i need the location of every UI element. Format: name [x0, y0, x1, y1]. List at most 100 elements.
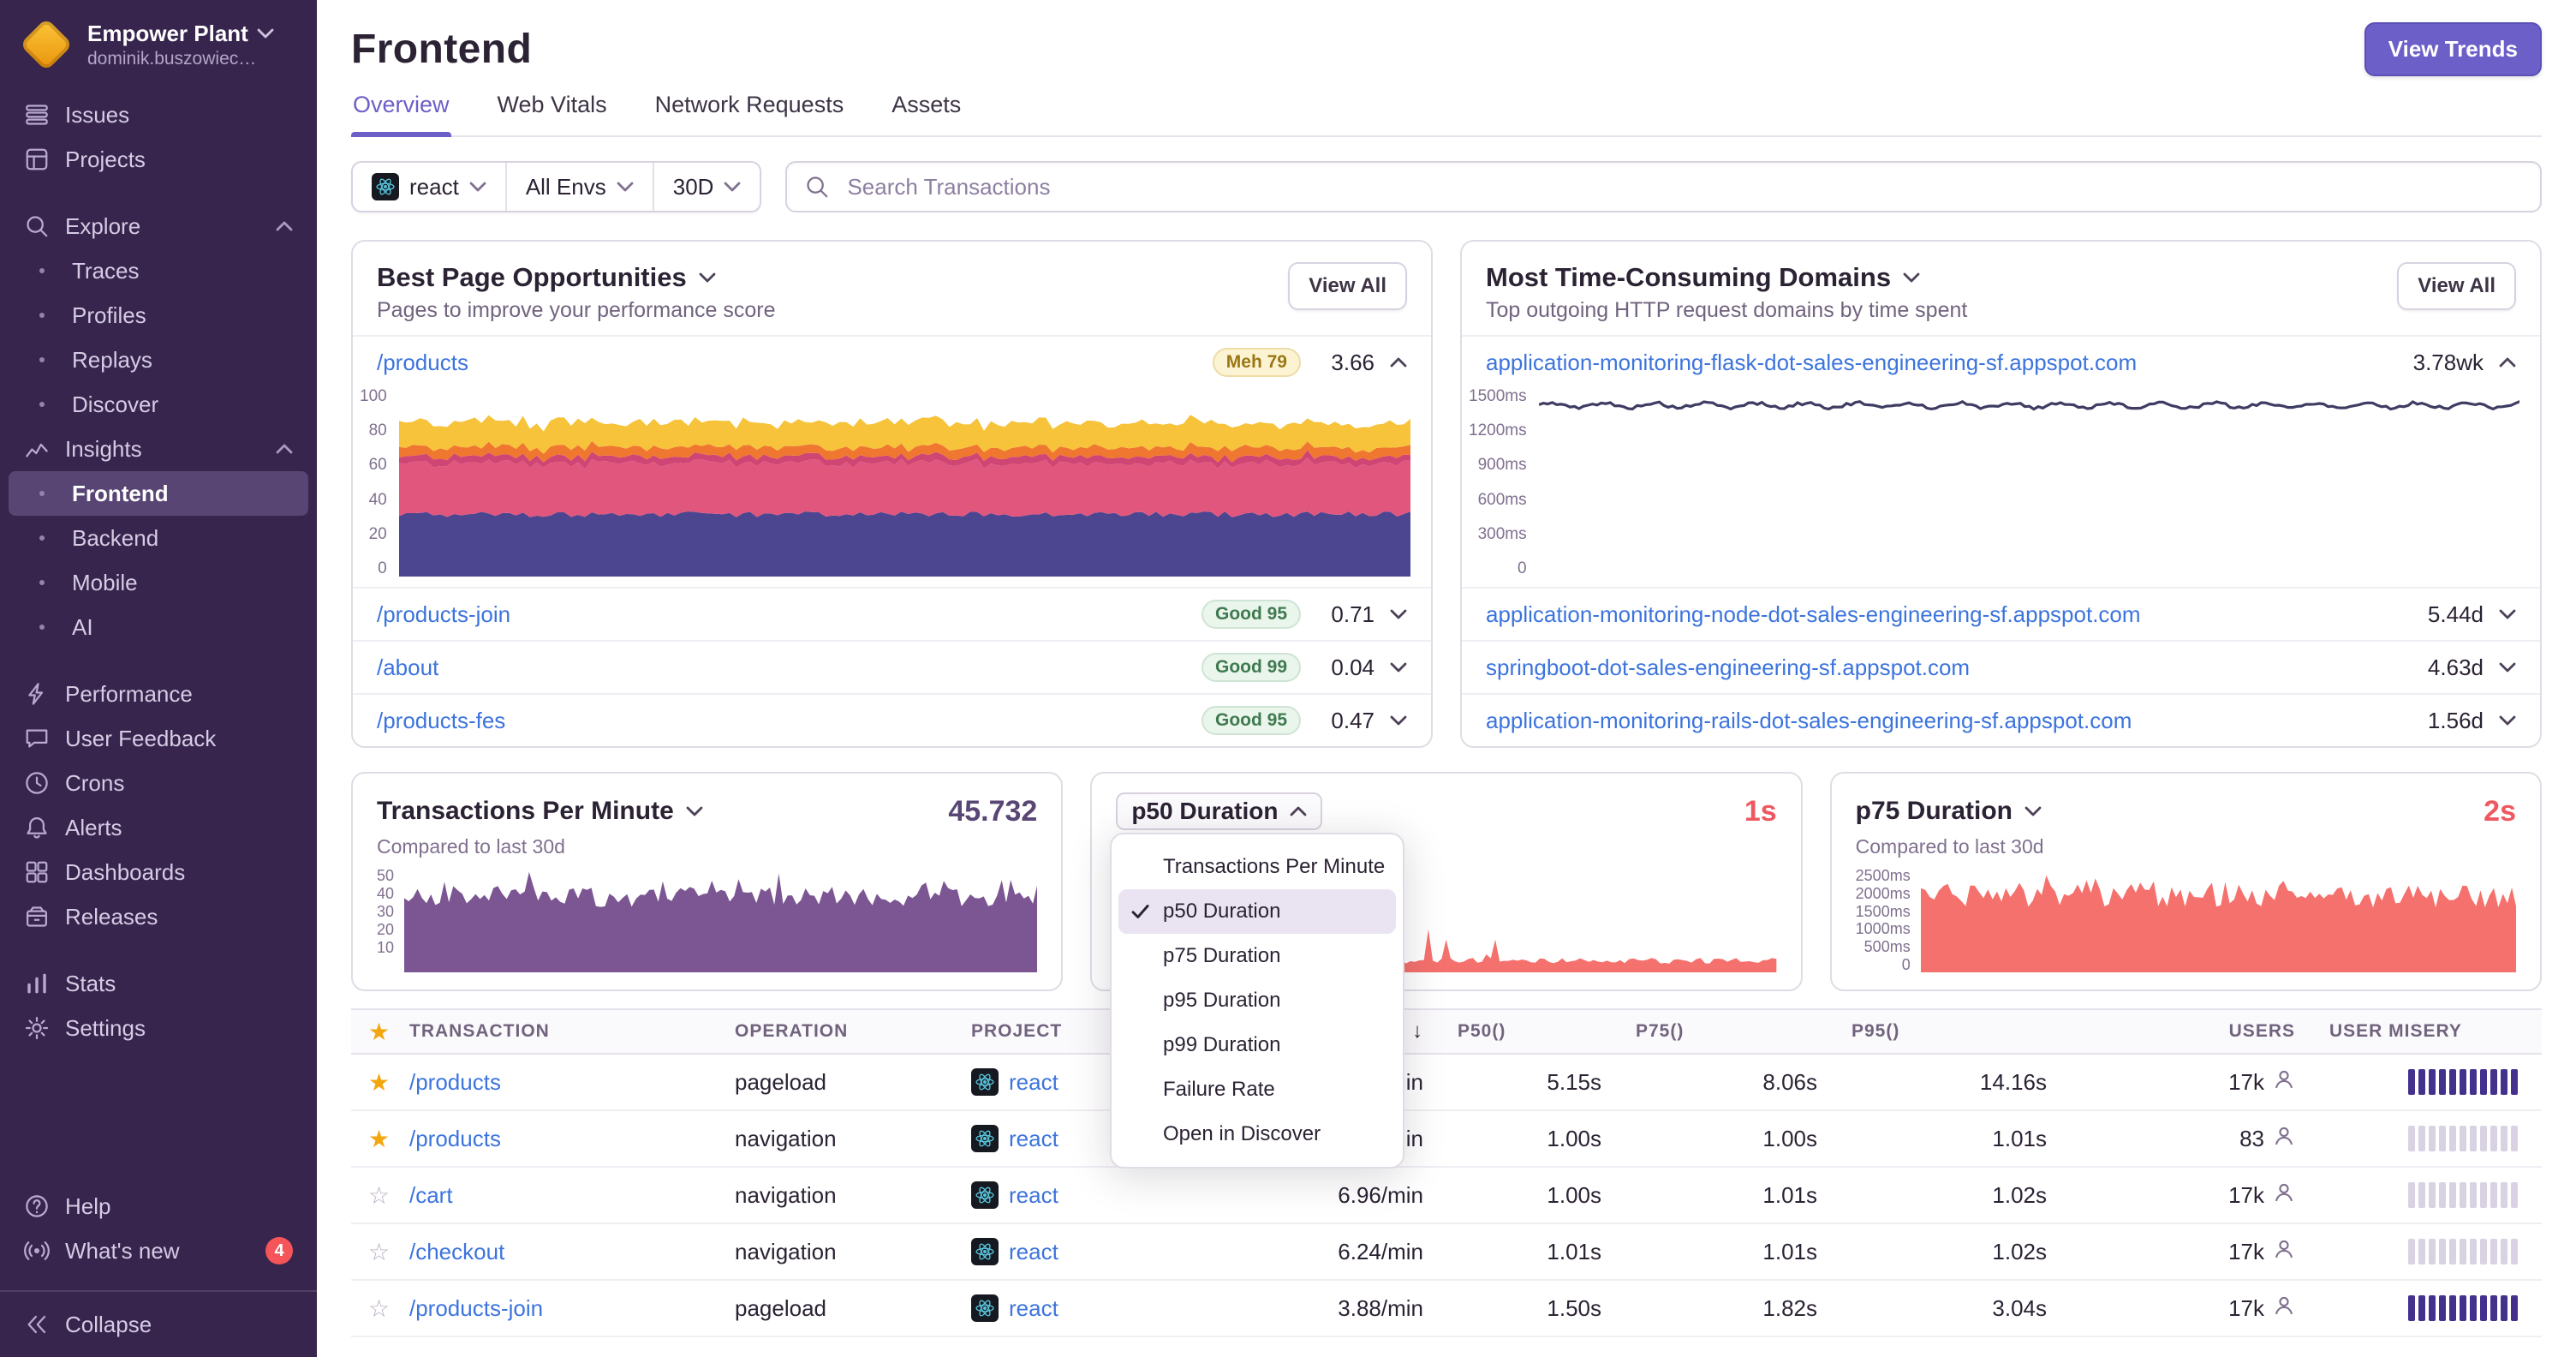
sidebar-item-insights[interactable]: Insights: [9, 427, 308, 471]
sidebar-item-issues[interactable]: Issues: [9, 93, 308, 137]
chevron-up-icon[interactable]: [2499, 357, 2516, 368]
sidebar-item-help[interactable]: Help: [9, 1184, 308, 1228]
users-cell: 17k: [2064, 1223, 2312, 1281]
sidebar-item-projects[interactable]: Projects: [9, 137, 308, 182]
panel-row: Best Page Opportunities Pages to improve…: [351, 240, 2542, 748]
chevron-up-icon: [276, 444, 293, 454]
page-title: Frontend: [351, 27, 533, 72]
chevron-up-icon[interactable]: [1390, 357, 1407, 368]
project-link[interactable]: react: [1009, 1295, 1058, 1322]
org-switcher[interactable]: Empower Plant dominik.buszowiec…: [0, 0, 317, 86]
column-header-user-misery[interactable]: USER MISERY: [2312, 1008, 2542, 1055]
sidebar-item-settings[interactable]: Settings: [9, 1006, 308, 1050]
page-link[interactable]: /products-join: [377, 601, 510, 628]
column-header-transaction[interactable]: TRANSACTION: [392, 1008, 718, 1055]
column-header-users[interactable]: USERS: [2064, 1008, 2312, 1055]
transaction-link[interactable]: /products: [409, 1069, 501, 1095]
sidebar-item-alerts[interactable]: Alerts: [9, 805, 308, 850]
org-text: Empower Plant dominik.buszowiec…: [87, 21, 274, 69]
view-all-button[interactable]: View All: [2397, 262, 2516, 310]
domain-link[interactable]: application-monitoring-flask-dot-sales-e…: [1486, 350, 2137, 376]
sidebar-item-dashboards[interactable]: Dashboards: [9, 850, 308, 894]
axis-tick: 40: [368, 490, 387, 509]
chevron-down-icon[interactable]: [1903, 272, 1920, 283]
project-link[interactable]: react: [1009, 1239, 1058, 1265]
sidebar-item-whats-new[interactable]: What's new 4: [9, 1228, 308, 1273]
favorite-star-icon[interactable]: ★: [368, 1126, 390, 1152]
table-row: ★/products pageload react in 5.15s 8.06s 14.16…: [351, 1054, 2542, 1111]
react-icon: [971, 1238, 999, 1265]
metric-selector-open[interactable]: p50 Duration: [1116, 792, 1323, 830]
transaction-link[interactable]: /checkout: [409, 1239, 504, 1264]
page-link[interactable]: /about: [377, 655, 438, 681]
axis-tick: 1000ms: [1855, 920, 1911, 938]
column-header-operation[interactable]: OPERATION: [718, 1008, 954, 1055]
sidebar-item-releases[interactable]: Releases: [9, 894, 308, 939]
favorite-star-icon[interactable]: ★: [368, 1069, 390, 1096]
domain-link[interactable]: springboot-dot-sales-engineering-sf.apps…: [1486, 655, 1970, 681]
sidebar-item-traces[interactable]: Traces: [9, 248, 308, 293]
row-right-group: 4.63d: [2425, 655, 2516, 681]
project-link[interactable]: react: [1009, 1182, 1058, 1209]
project-link[interactable]: react: [1009, 1126, 1058, 1152]
project-link[interactable]: react: [1009, 1069, 1058, 1096]
favorite-star-icon[interactable]: ☆: [368, 1295, 390, 1322]
environment-filter[interactable]: All Envs: [504, 163, 653, 211]
chevron-down-icon[interactable]: [1390, 662, 1407, 673]
chevron-down-icon[interactable]: [2499, 662, 2516, 673]
sidebar-item-stats[interactable]: Stats: [9, 961, 308, 1006]
column-header-p75[interactable]: P75(): [1619, 1008, 1834, 1055]
sidebar-item-user-feedback[interactable]: User Feedback: [9, 716, 308, 761]
search-input[interactable]: [844, 171, 2523, 202]
menu-item-failure-rate[interactable]: Failure Rate: [1118, 1067, 1396, 1112]
metric-selector[interactable]: Transactions Per Minute: [377, 797, 703, 826]
page-link[interactable]: /products-fes: [377, 708, 505, 734]
metric-selector[interactable]: p75 Duration: [1856, 797, 2042, 826]
chevron-down-icon[interactable]: [1390, 715, 1407, 726]
menu-item-transactions-per-minute[interactable]: Transactions Per Minute: [1118, 845, 1396, 889]
metric-subtitle: Compared to last 30d: [377, 835, 565, 858]
sidebar-item-replays[interactable]: Replays: [9, 338, 308, 382]
chevron-down-icon[interactable]: [2499, 609, 2516, 619]
chevron-down-icon[interactable]: [699, 272, 716, 283]
sidebar-item-discover[interactable]: Discover: [9, 382, 308, 427]
view-trends-button[interactable]: View Trends: [2364, 22, 2542, 76]
transaction-link[interactable]: /cart: [409, 1182, 453, 1208]
column-header-p95[interactable]: P95(): [1834, 1008, 2064, 1055]
date-range-filter[interactable]: 30D: [652, 163, 760, 211]
search-transactions[interactable]: [785, 161, 2542, 212]
menu-item-p95-duration[interactable]: p95 Duration: [1118, 978, 1396, 1023]
sort-descending-icon[interactable]: ↓: [1412, 1019, 1423, 1043]
page-link[interactable]: /products: [377, 350, 468, 376]
menu-item-p75-duration[interactable]: p75 Duration: [1118, 934, 1396, 978]
menu-item-open-in-discover[interactable]: Open in Discover: [1118, 1112, 1396, 1157]
transaction-link[interactable]: /products: [409, 1126, 501, 1151]
transaction-link[interactable]: /products-join: [409, 1295, 543, 1321]
sidebar-item-mobile[interactable]: Mobile: [9, 560, 308, 605]
chevron-down-icon[interactable]: [1390, 609, 1407, 619]
favorite-star-icon[interactable]: ☆: [368, 1182, 390, 1209]
project-filter[interactable]: react: [353, 163, 505, 211]
sidebar-item-ai[interactable]: AI: [9, 605, 308, 649]
tab-assets[interactable]: Assets: [890, 92, 963, 135]
sidebar-item-frontend[interactable]: Frontend: [9, 471, 308, 516]
view-all-button[interactable]: View All: [1288, 262, 1407, 310]
tab-network-requests[interactable]: Network Requests: [653, 92, 846, 135]
menu-item-p50-duration[interactable]: p50 Duration: [1118, 889, 1396, 934]
domain-link[interactable]: application-monitoring-rails-dot-sales-e…: [1486, 708, 2132, 734]
domain-link[interactable]: application-monitoring-node-dot-sales-en…: [1486, 601, 2141, 628]
operation-cell: navigation: [718, 1223, 954, 1281]
column-header-p50[interactable]: P50(): [1440, 1008, 1619, 1055]
tab-overview[interactable]: Overview: [351, 92, 452, 136]
react-icon: [971, 1068, 999, 1096]
favorite-star-icon[interactable]: ☆: [368, 1239, 390, 1265]
tab-web-vitals[interactable]: Web Vitals: [496, 92, 609, 135]
menu-item-p99-duration[interactable]: p99 Duration: [1118, 1023, 1396, 1067]
sidebar-collapse-button[interactable]: Collapse: [0, 1290, 317, 1357]
chevron-down-icon[interactable]: [2499, 715, 2516, 726]
sidebar-item-performance[interactable]: Performance: [9, 672, 308, 716]
sidebar-item-backend[interactable]: Backend: [9, 516, 308, 560]
sidebar-item-profiles[interactable]: Profiles: [9, 293, 308, 338]
sidebar-item-crons[interactable]: Crons: [9, 761, 308, 805]
sidebar-item-explore[interactable]: Explore: [9, 204, 308, 248]
